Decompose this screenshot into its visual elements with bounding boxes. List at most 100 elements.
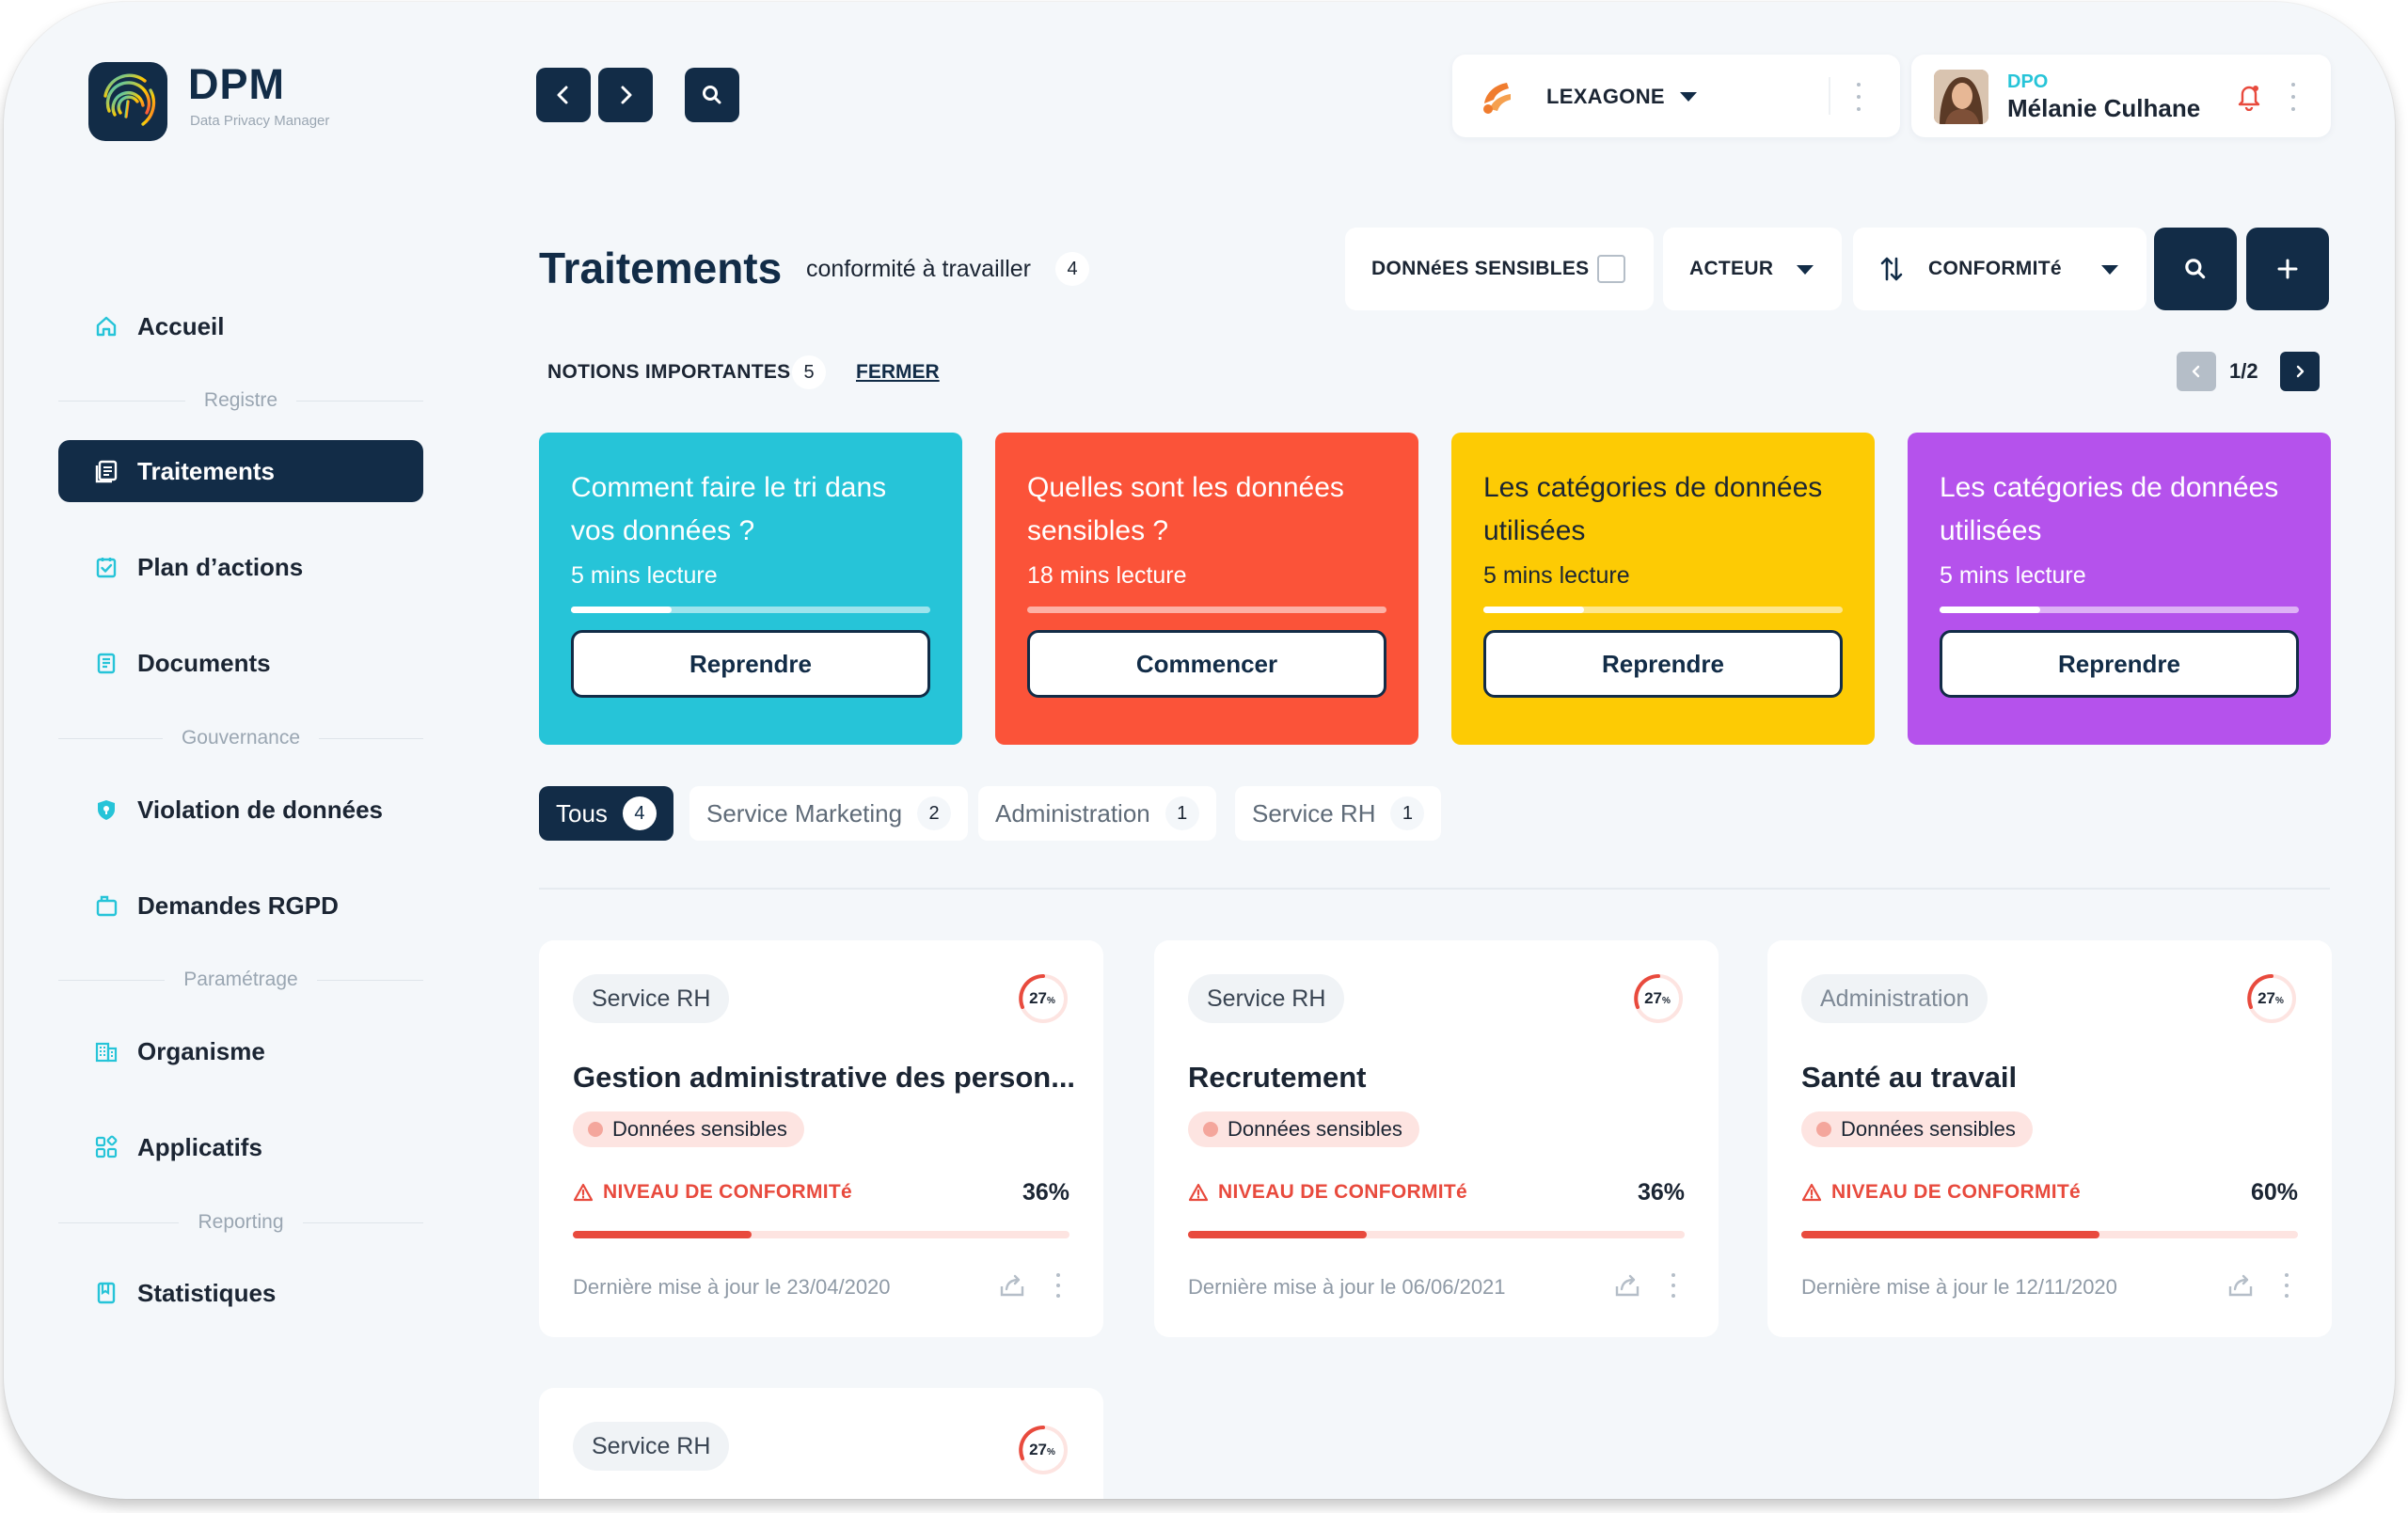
fingerprint-icon: [1816, 1122, 1831, 1137]
chevron-left-icon: [557, 86, 568, 104]
process-title: Santé au travail: [1801, 1061, 2018, 1094]
section-registre: Registre: [58, 386, 424, 415]
sidebar-item-organisme[interactable]: Organisme: [58, 1020, 423, 1082]
resume-button[interactable]: Reprendre: [571, 630, 930, 698]
svg-text:27%: 27%: [1029, 989, 1055, 1007]
section-reporting: Reporting: [58, 1208, 423, 1237]
sidebar-item-statistiques[interactable]: Statistiques: [58, 1262, 423, 1324]
compliance-label: NIVEAU DE CONFORMITé: [1801, 1181, 2081, 1204]
article-progress: [571, 607, 930, 613]
forward-button[interactable]: [598, 68, 653, 122]
process-card[interactable]: Service RH 27% Gestion administrative de…: [539, 940, 1103, 1337]
department-tag: Administration: [1801, 974, 1988, 1023]
tab-service-rh[interactable]: Service RH 1: [1235, 786, 1442, 841]
article-card[interactable]: Comment faire le tri dans vos données ? …: [539, 433, 962, 745]
global-search-button[interactable]: [685, 68, 739, 122]
page-title: Traitements: [539, 244, 783, 292]
tab-count: 2: [917, 796, 952, 830]
share-icon[interactable]: [1613, 1271, 1641, 1300]
article-read-time: 18 mins lecture: [1027, 562, 1187, 589]
add-button[interactable]: [2246, 228, 2329, 310]
user-name: Mélanie Culhane: [2007, 94, 2201, 122]
user-card[interactable]: DPO Mélanie Culhane: [1911, 55, 2331, 137]
chevron-left-icon: [2192, 365, 2200, 378]
process-card[interactable]: Service RH 27% Recrutement Données sensi…: [1154, 940, 1719, 1337]
compliance-value: 60%: [2250, 1179, 2298, 1206]
article-progress: [1940, 607, 2299, 613]
department-tag: Service RH: [1188, 974, 1345, 1023]
sidebar-item-demandes-rgpd[interactable]: Demandes RGPD: [58, 875, 423, 937]
process-card[interactable]: Service RH 27%: [539, 1388, 1103, 1499]
compliance-bar: [573, 1231, 1069, 1238]
chevron-down-icon: [1797, 265, 1814, 275]
resume-button[interactable]: Reprendre: [1940, 630, 2299, 698]
tab-service-marketing[interactable]: Service Marketing 2: [689, 786, 969, 841]
process-card[interactable]: Administration 27% Santé au travail Donn…: [1767, 940, 2332, 1337]
chevron-down-icon: [1680, 92, 1697, 102]
app-logo[interactable]: [88, 62, 167, 141]
progress-ring: 27%: [1634, 974, 1683, 1023]
search-icon: [2185, 259, 2206, 279]
close-notions-link[interactable]: FERMER: [856, 361, 940, 384]
tab-administration[interactable]: Administration 1: [978, 786, 1216, 841]
sidebar-item-applicatifs[interactable]: Applicatifs: [58, 1116, 423, 1178]
compliance-sort[interactable]: CONFORMITé: [1853, 228, 2147, 310]
sidebar-item-documents[interactable]: Documents: [58, 632, 423, 694]
sidebar-item-traitements[interactable]: Traitements: [58, 440, 423, 502]
prev-page-button[interactable]: [2177, 352, 2216, 391]
article-read-time: 5 mins lecture: [1483, 562, 1630, 589]
fingerprint-logo-icon: [103, 73, 156, 126]
sidebar-item-label: Traitements: [137, 456, 275, 485]
search-button[interactable]: [2154, 228, 2237, 310]
sidebar-item-accueil[interactable]: Accueil: [58, 295, 423, 357]
article-title: Les catégories de données utilisées: [1940, 472, 2279, 546]
notification-bell-icon[interactable]: [2235, 81, 2263, 112]
resume-button[interactable]: Reprendre: [1483, 630, 1843, 698]
more-options-icon[interactable]: [1666, 1269, 1681, 1301]
sensitive-data-checkbox[interactable]: [1597, 255, 1625, 283]
sensitive-data-badge: Données sensibles: [1801, 1111, 2033, 1147]
last-update: Dernière mise à jour le 12/11/2020: [1801, 1275, 2117, 1299]
home-icon: [92, 312, 120, 340]
progress-ring: 27%: [1019, 1426, 1068, 1474]
article-progress: [1027, 607, 1386, 613]
department-tag: Service RH: [573, 974, 730, 1023]
sidebar-item-label: Organisme: [137, 1036, 265, 1065]
page-subtitle: conformité à travailler: [806, 256, 1031, 282]
process-title: Gestion administrative des person...: [573, 1061, 1076, 1094]
tab-count: 1: [1390, 796, 1425, 830]
share-icon[interactable]: [2226, 1271, 2255, 1300]
more-options-icon[interactable]: [1051, 1269, 1066, 1301]
compliance-label: NIVEAU DE CONFORMITé: [573, 1181, 852, 1204]
org-selector[interactable]: LEXAGONE: [1452, 55, 1900, 137]
sensitive-data-filter[interactable]: DONNéES SENSIBLES: [1345, 228, 1654, 310]
filter-label: DONNéES SENSIBLES: [1371, 258, 1590, 279]
start-button[interactable]: Commencer: [1027, 630, 1386, 698]
chevron-right-icon: [621, 86, 632, 104]
back-button[interactable]: [536, 68, 591, 122]
brand-name: DPM: [188, 60, 285, 108]
brand-tagline: Data Privacy Manager: [190, 113, 330, 129]
sidebar-item-label: Plan d’actions: [137, 552, 304, 581]
article-card[interactable]: Les catégories de données utilisées 5 mi…: [1908, 433, 2331, 745]
actor-filter[interactable]: ACTEUR: [1663, 228, 1842, 310]
sidebar-item-violation[interactable]: Violation de données: [58, 779, 423, 841]
fingerprint-icon: [1203, 1122, 1218, 1137]
checklist-icon: [92, 553, 120, 581]
next-page-button[interactable]: [2280, 352, 2320, 391]
user-role: DPO: [2007, 71, 2049, 92]
fingerprint-icon: [588, 1122, 603, 1137]
org-more-icon[interactable]: [1855, 83, 1862, 111]
article-read-time: 5 mins lecture: [571, 562, 718, 589]
document-icon: [92, 649, 120, 677]
user-more-icon[interactable]: [2289, 83, 2297, 111]
compliance-value: 36%: [1637, 1179, 1685, 1206]
more-options-icon[interactable]: [2279, 1269, 2294, 1301]
sort-icon: [1879, 255, 1904, 283]
article-card[interactable]: Quelles sont les données sensibles ? 18 …: [995, 433, 1418, 745]
article-card[interactable]: Les catégories de données utilisées 5 mi…: [1451, 433, 1875, 745]
share-icon[interactable]: [998, 1271, 1026, 1300]
tab-tous[interactable]: Tous 4: [539, 786, 673, 841]
sidebar-item-plan-actions[interactable]: Plan d’actions: [58, 536, 423, 598]
org-logo-icon: [1477, 75, 1520, 118]
